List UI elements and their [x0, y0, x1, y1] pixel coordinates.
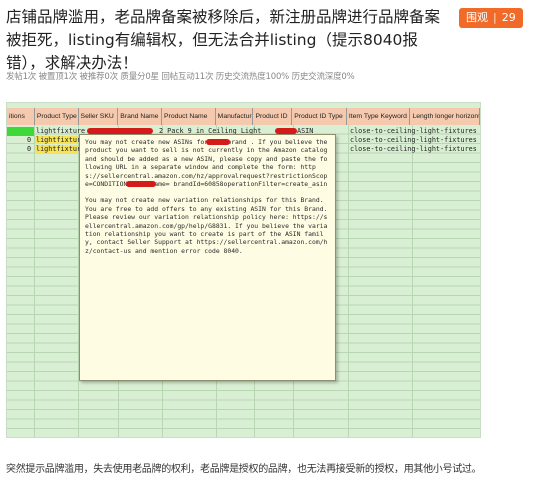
redaction-mark: [126, 181, 156, 187]
post-title: 店铺品牌滥用，老品牌备案被移除后，新注册品牌进行品牌备案被拒死，listing有…: [6, 8, 441, 72]
green-highlight-cell: [7, 127, 34, 136]
col-header: Product ID Type: [292, 108, 347, 125]
col-header: Product Name: [162, 108, 216, 125]
cell-keyword: close-to-ceiling-light-fixtures: [350, 145, 477, 153]
col-header: Manufacturer: [216, 108, 254, 125]
cell-product-type: lightfixture: [36, 136, 86, 144]
cell-product-type: lightfixture: [36, 145, 86, 153]
error-comment-popup: You may not create new ASINs for the bra…: [79, 134, 336, 381]
col-header: Seller SKU: [79, 108, 119, 125]
post-caption: 突然提示品牌滥用，失去使用老品牌的权利，老品牌是授权的品牌，也无法再接受新的授权…: [6, 464, 482, 475]
cell-product-type: lightfixture: [36, 127, 86, 135]
badge-separator: |: [493, 11, 497, 24]
col-header: itions: [7, 108, 35, 125]
error-message-variation: You may not create new variation relatio…: [85, 196, 328, 255]
redaction-mark: [206, 139, 230, 145]
col-header: Item Type Keyword: [347, 108, 411, 125]
col-header: Length longer horizont: [410, 108, 480, 125]
error-message-asin: You may not create new ASINs for the bra…: [85, 138, 328, 189]
cell-number: 0: [27, 145, 32, 153]
view-count-badge[interactable]: 围观 | 29: [459, 8, 523, 28]
col-header: Product Type: [35, 108, 79, 125]
col-header: Product ID: [253, 108, 293, 125]
col-header: Brand Name: [118, 108, 163, 125]
view-label: 围观: [466, 11, 488, 24]
cell-keyword: close-to-ceiling-light-fixtures: [350, 136, 477, 144]
user-stats: 发帖1次 被置顶1次 被推荐0次 质量分0星 回帖互动11次 历史交流热度100…: [6, 72, 355, 82]
view-count: 29: [501, 11, 516, 24]
sheet-header-row: itions Product Type Seller SKU Brand Nam…: [7, 108, 480, 125]
cell-number: 0: [27, 136, 32, 144]
cell-keyword: close-to-ceiling-light-fixtures: [350, 127, 477, 135]
